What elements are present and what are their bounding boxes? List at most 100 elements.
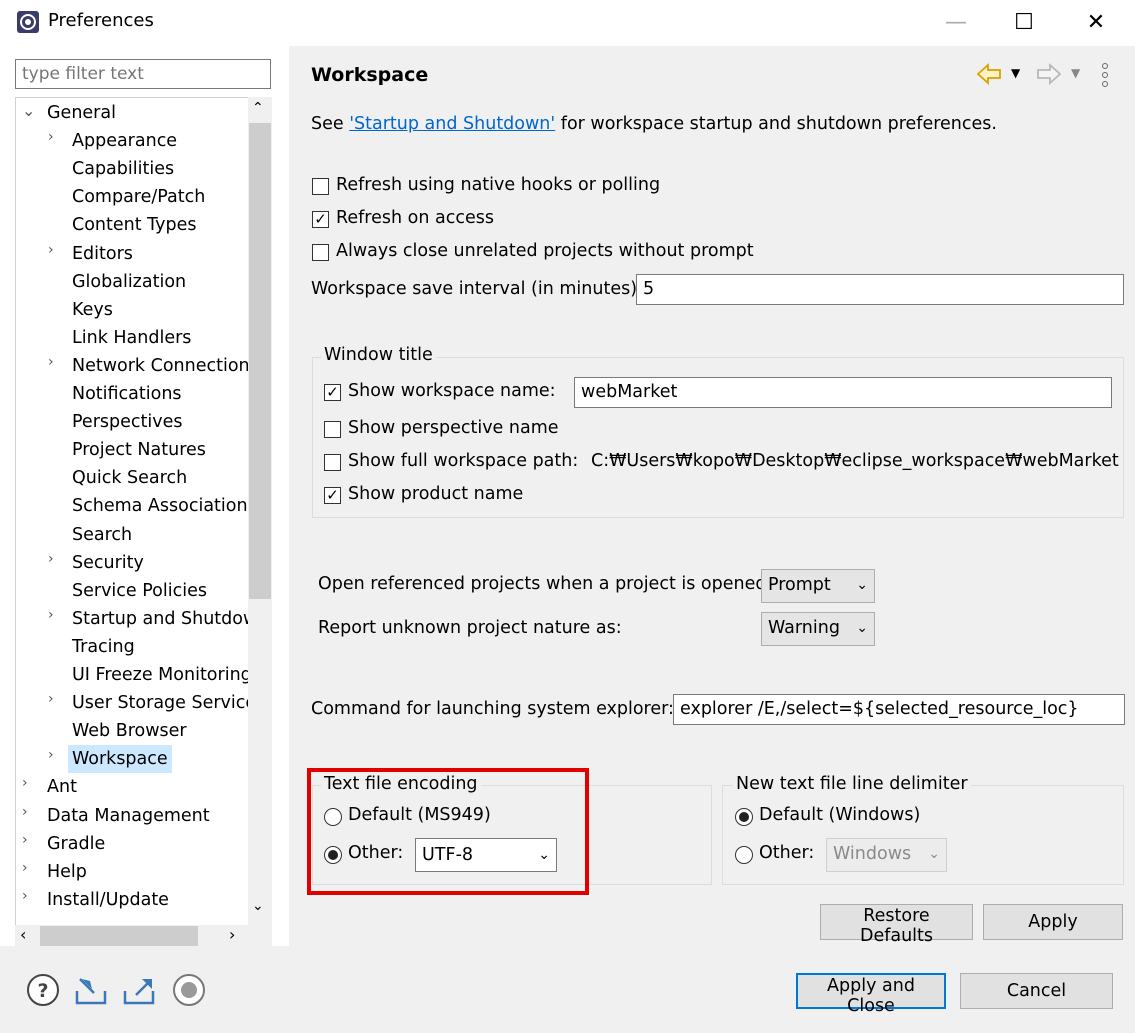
tree-item-appearance[interactable]: Appearance: [72, 127, 177, 155]
tree-item-gradle[interactable]: Gradle: [47, 830, 105, 858]
chevron-right-icon[interactable]: ›: [48, 607, 54, 623]
intro-suffix: for workspace startup and shutdown prefe…: [555, 114, 997, 134]
refresh-native-label: Refresh using native hooks or polling: [336, 175, 661, 195]
delimiter-other-label: Other:: [759, 843, 815, 863]
open-referenced-select[interactable]: Prompt ⌄: [761, 569, 875, 603]
tree-item-web-browser[interactable]: Web Browser: [72, 717, 187, 745]
apply-and-close-button[interactable]: Apply and Close: [796, 973, 946, 1016]
report-unknown-value: Warning: [768, 618, 840, 638]
always-close-checkbox[interactable]: [312, 244, 329, 261]
scroll-right-icon[interactable]: ›: [229, 925, 235, 944]
tree-item-search[interactable]: Search: [72, 521, 132, 549]
scroll-down-icon[interactable]: ⌄: [252, 898, 264, 914]
preference-tree[interactable]: ⌄ General › Appearance Capabilities Compare/P…: [15, 97, 272, 943]
delimiter-other-radio[interactable]: [735, 846, 753, 864]
intro-text: See 'Startup and Shutdown' for workspace…: [311, 114, 997, 134]
tree-item-security[interactable]: Security: [72, 549, 144, 577]
cancel-button[interactable]: Cancel: [960, 973, 1113, 1009]
tree-item-user-storage-service[interactable]: User Storage Service: [72, 689, 256, 717]
tree-item-capabilities[interactable]: Capabilities: [72, 155, 174, 183]
scroll-left-icon[interactable]: ‹: [20, 925, 26, 944]
full-path-value: C:₩Users₩kopo₩Desktop₩eclipse_workspace₩…: [591, 451, 1119, 471]
chevron-right-icon[interactable]: ›: [48, 691, 54, 707]
delimiter-default-label: Default (Windows): [759, 805, 921, 825]
restore-defaults-button[interactable]: Restore Defaults: [820, 904, 973, 946]
back-arrow-icon[interactable]: [976, 62, 1002, 91]
show-product-name-checkbox[interactable]: ✓: [324, 487, 341, 504]
tree-item-project-natures[interactable]: Project Natures: [72, 436, 206, 464]
tree-item-content-types[interactable]: Content Types: [72, 211, 196, 239]
delimiter-default-radio[interactable]: [735, 808, 753, 826]
chevron-right-icon[interactable]: ›: [22, 860, 28, 876]
tree-item-globalization[interactable]: Globalization: [72, 268, 186, 296]
tree-item-link-handlers[interactable]: Link Handlers: [72, 324, 191, 352]
close-button[interactable]: ✕: [1066, 4, 1126, 40]
tree-item-ant[interactable]: Ant: [47, 773, 77, 801]
tree-item-ui-freeze-monitoring[interactable]: UI Freeze Monitoring: [72, 661, 252, 689]
forward-dropdown-icon[interactable]: ▼: [1071, 66, 1080, 80]
refresh-access-checkbox[interactable]: ✓: [312, 211, 329, 228]
show-perspective-name-label: Show perspective name: [348, 418, 559, 438]
chevron-right-icon[interactable]: ›: [22, 804, 28, 820]
tree-item-workspace[interactable]: Workspace: [68, 745, 172, 774]
tree-item-compare-patch[interactable]: Compare/Patch: [72, 183, 205, 211]
tree-vertical-scroll-thumb[interactable]: [249, 123, 271, 599]
delimiter-value: Windows: [833, 844, 912, 864]
chevron-right-icon[interactable]: ›: [48, 747, 54, 763]
tree-item-general[interactable]: General: [47, 99, 116, 127]
tree-item-keys[interactable]: Keys: [72, 296, 113, 324]
window-title: Preferences: [48, 10, 154, 31]
refresh-access-label: Refresh on access: [336, 208, 494, 228]
import-icon[interactable]: [74, 973, 108, 1007]
forward-arrow-icon[interactable]: [1036, 62, 1062, 91]
scroll-up-icon[interactable]: ⌃: [252, 100, 264, 116]
show-workspace-name-checkbox[interactable]: ✓: [324, 384, 341, 401]
chevron-right-icon[interactable]: ›: [22, 775, 28, 791]
tree-item-quick-search[interactable]: Quick Search: [72, 464, 187, 492]
tree-item-startup-and-shutdown[interactable]: Startup and Shutdown: [72, 605, 268, 633]
report-unknown-select[interactable]: Warning ⌄: [761, 612, 875, 646]
tree-item-data-management[interactable]: Data Management: [47, 802, 210, 830]
save-interval-label: Workspace save interval (in minutes):: [311, 279, 643, 299]
explorer-command-input[interactable]: explorer /E,/select=${selected_resource_…: [673, 694, 1125, 725]
show-full-path-checkbox[interactable]: [324, 454, 341, 471]
export-icon[interactable]: [122, 973, 156, 1007]
tree-item-service-policies[interactable]: Service Policies: [72, 577, 207, 605]
help-icon[interactable]: ?: [26, 973, 60, 1007]
tree-horizontal-scroll-thumb[interactable]: [40, 926, 198, 946]
tree-item-schema-associations[interactable]: Schema Associations: [72, 492, 257, 520]
startup-shutdown-link[interactable]: 'Startup and Shutdown': [349, 114, 555, 134]
workspace-name-input[interactable]: webMarket: [574, 377, 1112, 408]
chevron-right-icon[interactable]: ›: [22, 888, 28, 904]
apply-button[interactable]: Apply: [983, 904, 1123, 940]
minimize-button[interactable]: —: [926, 4, 986, 40]
save-interval-input[interactable]: 5: [636, 274, 1124, 305]
maximize-button[interactable]: ☐: [994, 4, 1054, 40]
chevron-down-icon: ⌄: [928, 846, 940, 862]
chevron-right-icon[interactable]: ›: [22, 832, 28, 848]
eclipse-app-icon: [16, 10, 40, 34]
filter-input[interactable]: [20, 60, 264, 88]
tree-item-perspectives[interactable]: Perspectives: [72, 408, 182, 436]
line-delimiter-group-label: New text file line delimiter: [733, 774, 971, 794]
chevron-right-icon[interactable]: ›: [48, 129, 54, 145]
filter-field[interactable]: [15, 59, 271, 89]
record-icon[interactable]: [172, 973, 206, 1007]
view-menu-icon[interactable]: [1100, 62, 1110, 93]
chevron-right-icon[interactable]: ›: [48, 354, 54, 370]
chevron-right-icon[interactable]: ›: [48, 242, 54, 258]
show-full-path-label: Show full workspace path:: [348, 451, 579, 471]
chevron-down-icon[interactable]: ⌄: [22, 101, 35, 120]
chevron-right-icon[interactable]: ›: [48, 551, 54, 567]
back-dropdown-icon[interactable]: ▼: [1011, 66, 1020, 80]
show-perspective-name-checkbox[interactable]: [324, 421, 341, 438]
tree-item-tracing[interactable]: Tracing: [72, 633, 135, 661]
refresh-native-checkbox[interactable]: [312, 178, 329, 195]
tree-item-editors[interactable]: Editors: [72, 240, 133, 268]
tree-item-network-connections[interactable]: Network Connections: [72, 352, 259, 380]
chevron-down-icon: ⌄: [856, 620, 868, 636]
tree-item-install-update[interactable]: Install/Update: [47, 886, 169, 914]
tree-item-notifications[interactable]: Notifications: [72, 380, 182, 408]
delimiter-select[interactable]: Windows ⌄: [826, 838, 947, 872]
tree-item-help[interactable]: Help: [47, 858, 87, 886]
